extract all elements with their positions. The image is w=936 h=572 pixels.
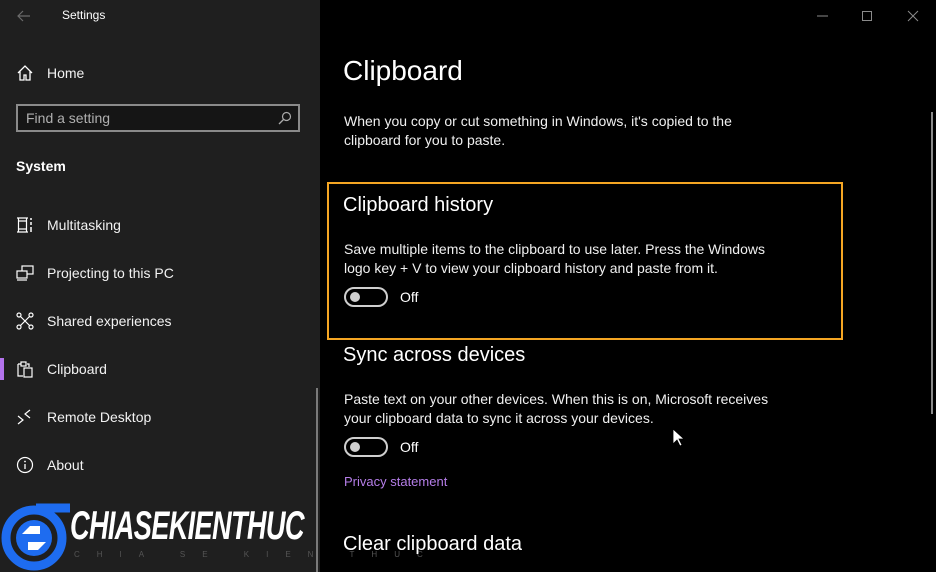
watermark-logo-icon	[1, 503, 70, 571]
sidebar-item-label: Home	[47, 65, 85, 81]
projecting-icon	[16, 265, 34, 281]
toggle-knob	[350, 292, 360, 302]
sidebar: Settings Home System Multitasking Projec…	[0, 0, 320, 572]
search-box[interactable]	[16, 104, 300, 132]
sidebar-item-label: Shared experiences	[47, 313, 172, 329]
watermark-brand: CHIASEKIENTHUC	[70, 504, 304, 548]
close-icon	[907, 10, 919, 22]
shared-experiences-icon	[16, 312, 34, 330]
app-title: Settings	[62, 8, 106, 22]
sync-toggle[interactable]	[344, 437, 388, 457]
clear-clipboard-heading: Clear clipboard data	[343, 533, 522, 555]
minimize-button[interactable]	[800, 0, 846, 32]
main-scrollbar[interactable]	[931, 112, 933, 414]
sync-toggle-state: Off	[400, 439, 419, 455]
search-icon[interactable]	[278, 111, 292, 125]
remote-desktop-icon	[17, 409, 31, 425]
multitasking-icon	[17, 217, 32, 233]
close-button[interactable]	[890, 0, 936, 32]
clipboard-icon	[17, 361, 33, 378]
sync-heading: Sync across devices	[343, 344, 526, 366]
sync-description: Paste text on your other devices. When t…	[344, 391, 769, 426]
maximize-icon	[862, 11, 872, 21]
maximize-button[interactable]	[845, 0, 891, 32]
mouse-cursor-icon	[672, 428, 686, 447]
clipboard-history-description: Save multiple items to the clipboard to …	[344, 241, 765, 276]
sidebar-item-about[interactable]: About	[0, 445, 318, 485]
sidebar-item-projecting[interactable]: Projecting to this PC	[0, 253, 318, 293]
sidebar-item-multitasking[interactable]: Multitasking	[0, 205, 318, 245]
sidebar-item-home[interactable]: Home	[0, 53, 318, 93]
sidebar-item-remote-desktop[interactable]: Remote Desktop	[0, 397, 318, 437]
clipboard-history-toggle[interactable]	[344, 287, 388, 307]
search-input[interactable]	[26, 109, 266, 127]
info-icon	[16, 456, 34, 474]
sidebar-item-shared-experiences[interactable]: Shared experiences	[0, 301, 318, 341]
sidebar-item-label: Clipboard	[47, 361, 107, 377]
privacy-statement-link[interactable]: Privacy statement	[344, 474, 447, 489]
back-arrow-icon	[17, 10, 30, 22]
toggle-knob	[350, 442, 360, 452]
sidebar-item-label: Projecting to this PC	[47, 265, 174, 281]
sidebar-item-label: About	[47, 457, 84, 473]
page-description: When you copy or cut something in Window…	[344, 113, 732, 148]
sidebar-item-clipboard[interactable]: Clipboard	[0, 349, 318, 389]
back-button[interactable]	[12, 4, 36, 28]
watermark: CHIASEKIENTHUC CHIA SE KIEN THUC	[0, 502, 423, 572]
sidebar-item-label: Multitasking	[47, 217, 121, 233]
page-title: Clipboard	[343, 55, 463, 86]
sidebar-item-label: Remote Desktop	[47, 409, 152, 425]
clipboard-history-toggle-state: Off	[400, 289, 419, 305]
clipboard-history-heading: Clipboard history	[343, 194, 494, 216]
home-icon	[17, 65, 33, 81]
minimize-icon	[817, 15, 828, 17]
section-title: System	[16, 158, 66, 174]
selected-indicator	[0, 358, 4, 380]
